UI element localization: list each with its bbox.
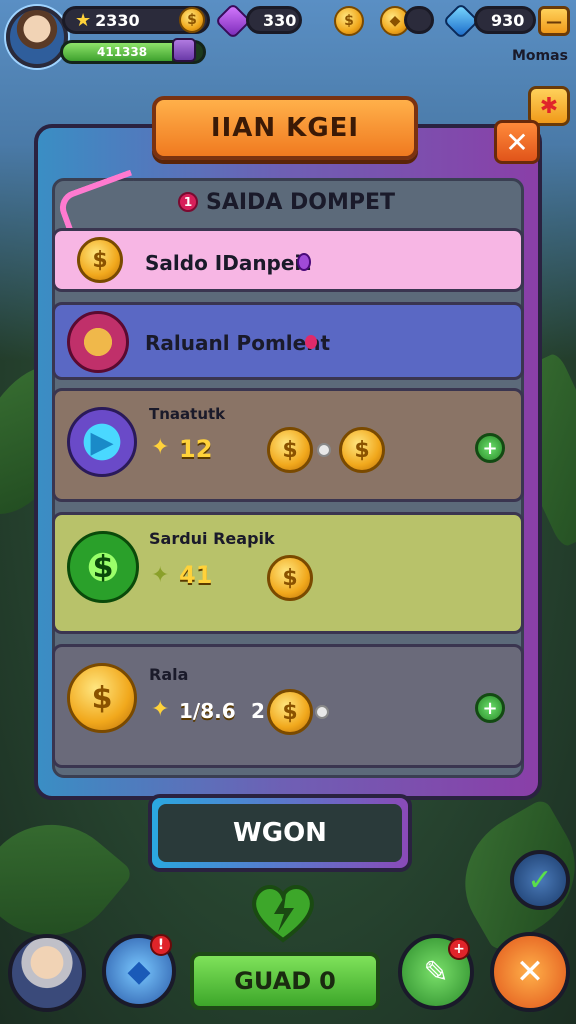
confirm-check-button[interactable]: ✓ bbox=[510, 850, 570, 910]
green-dollar-icon: $ bbox=[67, 531, 139, 603]
wallet-icon bbox=[67, 311, 129, 373]
star-icon: ✦ bbox=[151, 435, 170, 460]
row-label: Sardui Reapik bbox=[149, 529, 275, 548]
play-icon: ▶ bbox=[67, 407, 137, 477]
menu-button[interactable]: — bbox=[538, 6, 570, 36]
blue-gem-counter: 930 bbox=[474, 6, 536, 34]
list-item[interactable]: $ Rala ✦ 1/8.6 2 $ + bbox=[52, 644, 524, 768]
section-title: SAIDA DOMPET bbox=[206, 189, 396, 215]
list-item[interactable]: $ Sardui Reapik ✦ 41 $ bbox=[52, 512, 524, 634]
section-header: 1 SAIDA DOMPET bbox=[58, 182, 395, 222]
row-label: Raluanl Pomlent bbox=[145, 331, 330, 355]
list-item[interactable]: $ Saldo IDanpeit bbox=[52, 228, 524, 292]
star-icon: ★ bbox=[75, 9, 92, 31]
dollar-coin-icon: $ bbox=[267, 689, 313, 735]
gift-icon[interactable] bbox=[172, 38, 196, 62]
row-label: Tnaatutk bbox=[149, 405, 226, 423]
add-button[interactable]: + bbox=[475, 433, 505, 463]
empty-counter bbox=[404, 6, 434, 34]
notification-badge: ! bbox=[150, 934, 172, 956]
player-avatar[interactable] bbox=[6, 6, 68, 68]
heart-lightning-icon bbox=[252, 885, 314, 943]
dollar-coin-icon: $ bbox=[267, 427, 313, 473]
section-number-badge: 1 bbox=[178, 192, 198, 212]
star-icon: ✦ bbox=[151, 697, 170, 722]
list-item[interactable]: ▶ Tnaatutk ✦ 12 $ $ + bbox=[52, 388, 524, 502]
top-hud: ★ 2330 $ 411338 330 $ ◆ 930 — bbox=[0, 2, 576, 68]
guad-label: GUAD bbox=[234, 967, 312, 995]
star-icon: ✦ bbox=[151, 563, 170, 588]
row-label: Rala bbox=[149, 665, 189, 684]
wgon-label: WGON bbox=[158, 804, 402, 862]
separator-dot bbox=[317, 443, 331, 457]
profile-avatar-button[interactable] bbox=[8, 934, 86, 1012]
row-label: Saldo IDanpeit bbox=[145, 251, 311, 275]
xp-text: 411338 bbox=[97, 45, 148, 59]
coin-icon: $ bbox=[179, 7, 205, 33]
row-value: 12 bbox=[179, 435, 213, 463]
dollar-coin-icon: $ bbox=[77, 237, 123, 283]
guad-button[interactable]: GUAD 0 bbox=[190, 952, 380, 1010]
money-stack-icon: $ bbox=[67, 663, 137, 733]
row-value: 41 bbox=[179, 561, 213, 589]
coin-amount: 2330 bbox=[95, 10, 140, 30]
row-value: 1/8.6 bbox=[179, 699, 236, 723]
panel-title: IIAN KGEI bbox=[152, 96, 418, 160]
notification-badge: + bbox=[448, 938, 470, 960]
guad-suffix: 0 bbox=[319, 967, 336, 995]
blue-gem-amount: 930 bbox=[491, 10, 525, 30]
red-dot-icon bbox=[305, 335, 317, 349]
purple-gem-counter: 330 bbox=[246, 6, 302, 34]
separator-dot bbox=[315, 705, 329, 719]
add-button[interactable]: + bbox=[475, 693, 505, 723]
dollar-coin-icon: $ bbox=[267, 555, 313, 601]
side-label: Momas bbox=[512, 48, 568, 64]
close-action-button[interactable]: ✕ bbox=[490, 932, 570, 1012]
wgon-button[interactable]: WGON bbox=[148, 794, 412, 872]
coin-icon: $ bbox=[334, 6, 364, 36]
row-separator: 2 bbox=[251, 699, 265, 723]
close-button[interactable]: ✕ bbox=[494, 120, 540, 164]
coin-counter: ★ 2330 $ bbox=[62, 6, 210, 34]
dollar-coin-icon: $ bbox=[339, 427, 385, 473]
list-item[interactable]: Raluanl Pomlent bbox=[52, 302, 524, 380]
purple-dot-icon bbox=[297, 253, 311, 271]
purple-gem-amount: 330 bbox=[263, 10, 297, 30]
